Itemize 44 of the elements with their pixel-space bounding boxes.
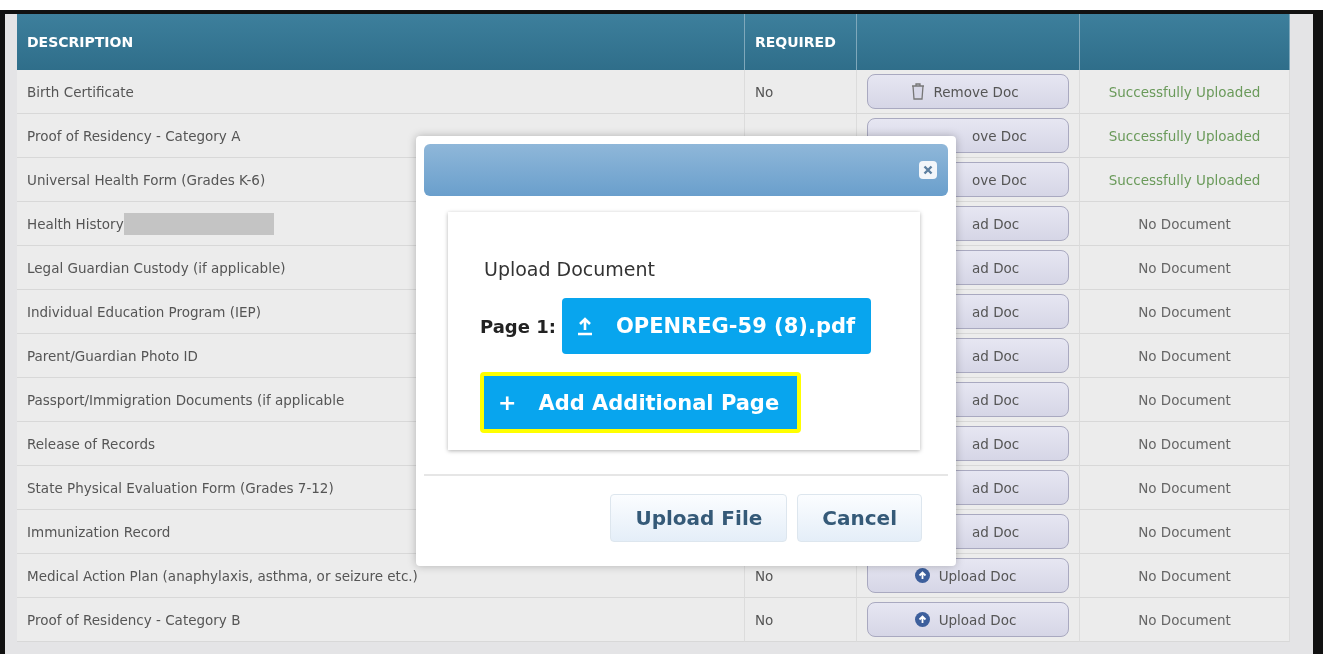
upload-doc-button[interactable]: Upload Doc — [867, 602, 1069, 637]
cancel-button[interactable]: Cancel — [797, 494, 922, 542]
document-description: Immunization Record — [27, 523, 171, 540]
required-value: No — [755, 83, 774, 100]
document-description: State Physical Evaluation Form (Grades 7-12) — [27, 479, 334, 496]
required-value: No — [755, 567, 774, 584]
upload-status: Successfully Uploaded — [1108, 171, 1261, 188]
close-icon[interactable] — [918, 160, 938, 180]
document-description: Birth Certificate — [27, 83, 134, 100]
upload-icon — [913, 611, 931, 628]
document-description: Legal Guardian Custody (if applicable) — [27, 259, 286, 276]
page-label: Page 1: — [480, 315, 556, 337]
upload-icon — [913, 567, 931, 584]
document-description: Release of Records — [27, 435, 156, 452]
upload-status: No Document — [1138, 435, 1231, 452]
document-description: Proof of Residency - Category A — [27, 127, 241, 144]
trash-icon — [911, 83, 926, 100]
document-description: Individual Education Program (IEP) — [27, 303, 261, 320]
dialog-heading: Upload Document — [484, 258, 656, 280]
upload-status: No Document — [1138, 391, 1231, 408]
upload-file-button[interactable]: Upload File — [610, 494, 788, 542]
column-header: REQUIRED — [745, 14, 857, 70]
document-description: Proof of Residency - Category B — [27, 611, 241, 628]
upload-status: No Document — [1138, 611, 1231, 628]
plus-icon: + — [498, 390, 517, 415]
remove-doc-button[interactable]: Remove Doc — [867, 74, 1069, 109]
document-description: Medical Action Plan (anaphylaxis, asthma, or seizure etc.) — [27, 567, 418, 584]
required-value: No — [755, 611, 774, 628]
document-description: Parent/Guardian Photo ID — [27, 347, 198, 364]
document-description: Health History — [27, 215, 124, 232]
upload-icon — [575, 316, 594, 336]
upload-status: Successfully Uploaded — [1108, 127, 1261, 144]
upload-status: No Document — [1138, 215, 1231, 232]
upload-doc-button[interactable]: Upload Doc — [867, 558, 1069, 593]
upload-status: No Document — [1138, 479, 1231, 496]
upload-status: No Document — [1138, 347, 1231, 364]
upload-status: No Document — [1138, 259, 1231, 276]
upload-status: Successfully Uploaded — [1108, 83, 1261, 100]
document-description: Passport/Immigration Documents (if applicable — [27, 391, 345, 408]
column-header: DESCRIPTION — [17, 14, 745, 70]
upload-status: No Document — [1138, 303, 1231, 320]
upload-status: No Document — [1138, 523, 1231, 540]
upload-status: No Document — [1138, 567, 1231, 584]
document-description: Universal Health Form (Grades K-6) — [27, 171, 266, 188]
